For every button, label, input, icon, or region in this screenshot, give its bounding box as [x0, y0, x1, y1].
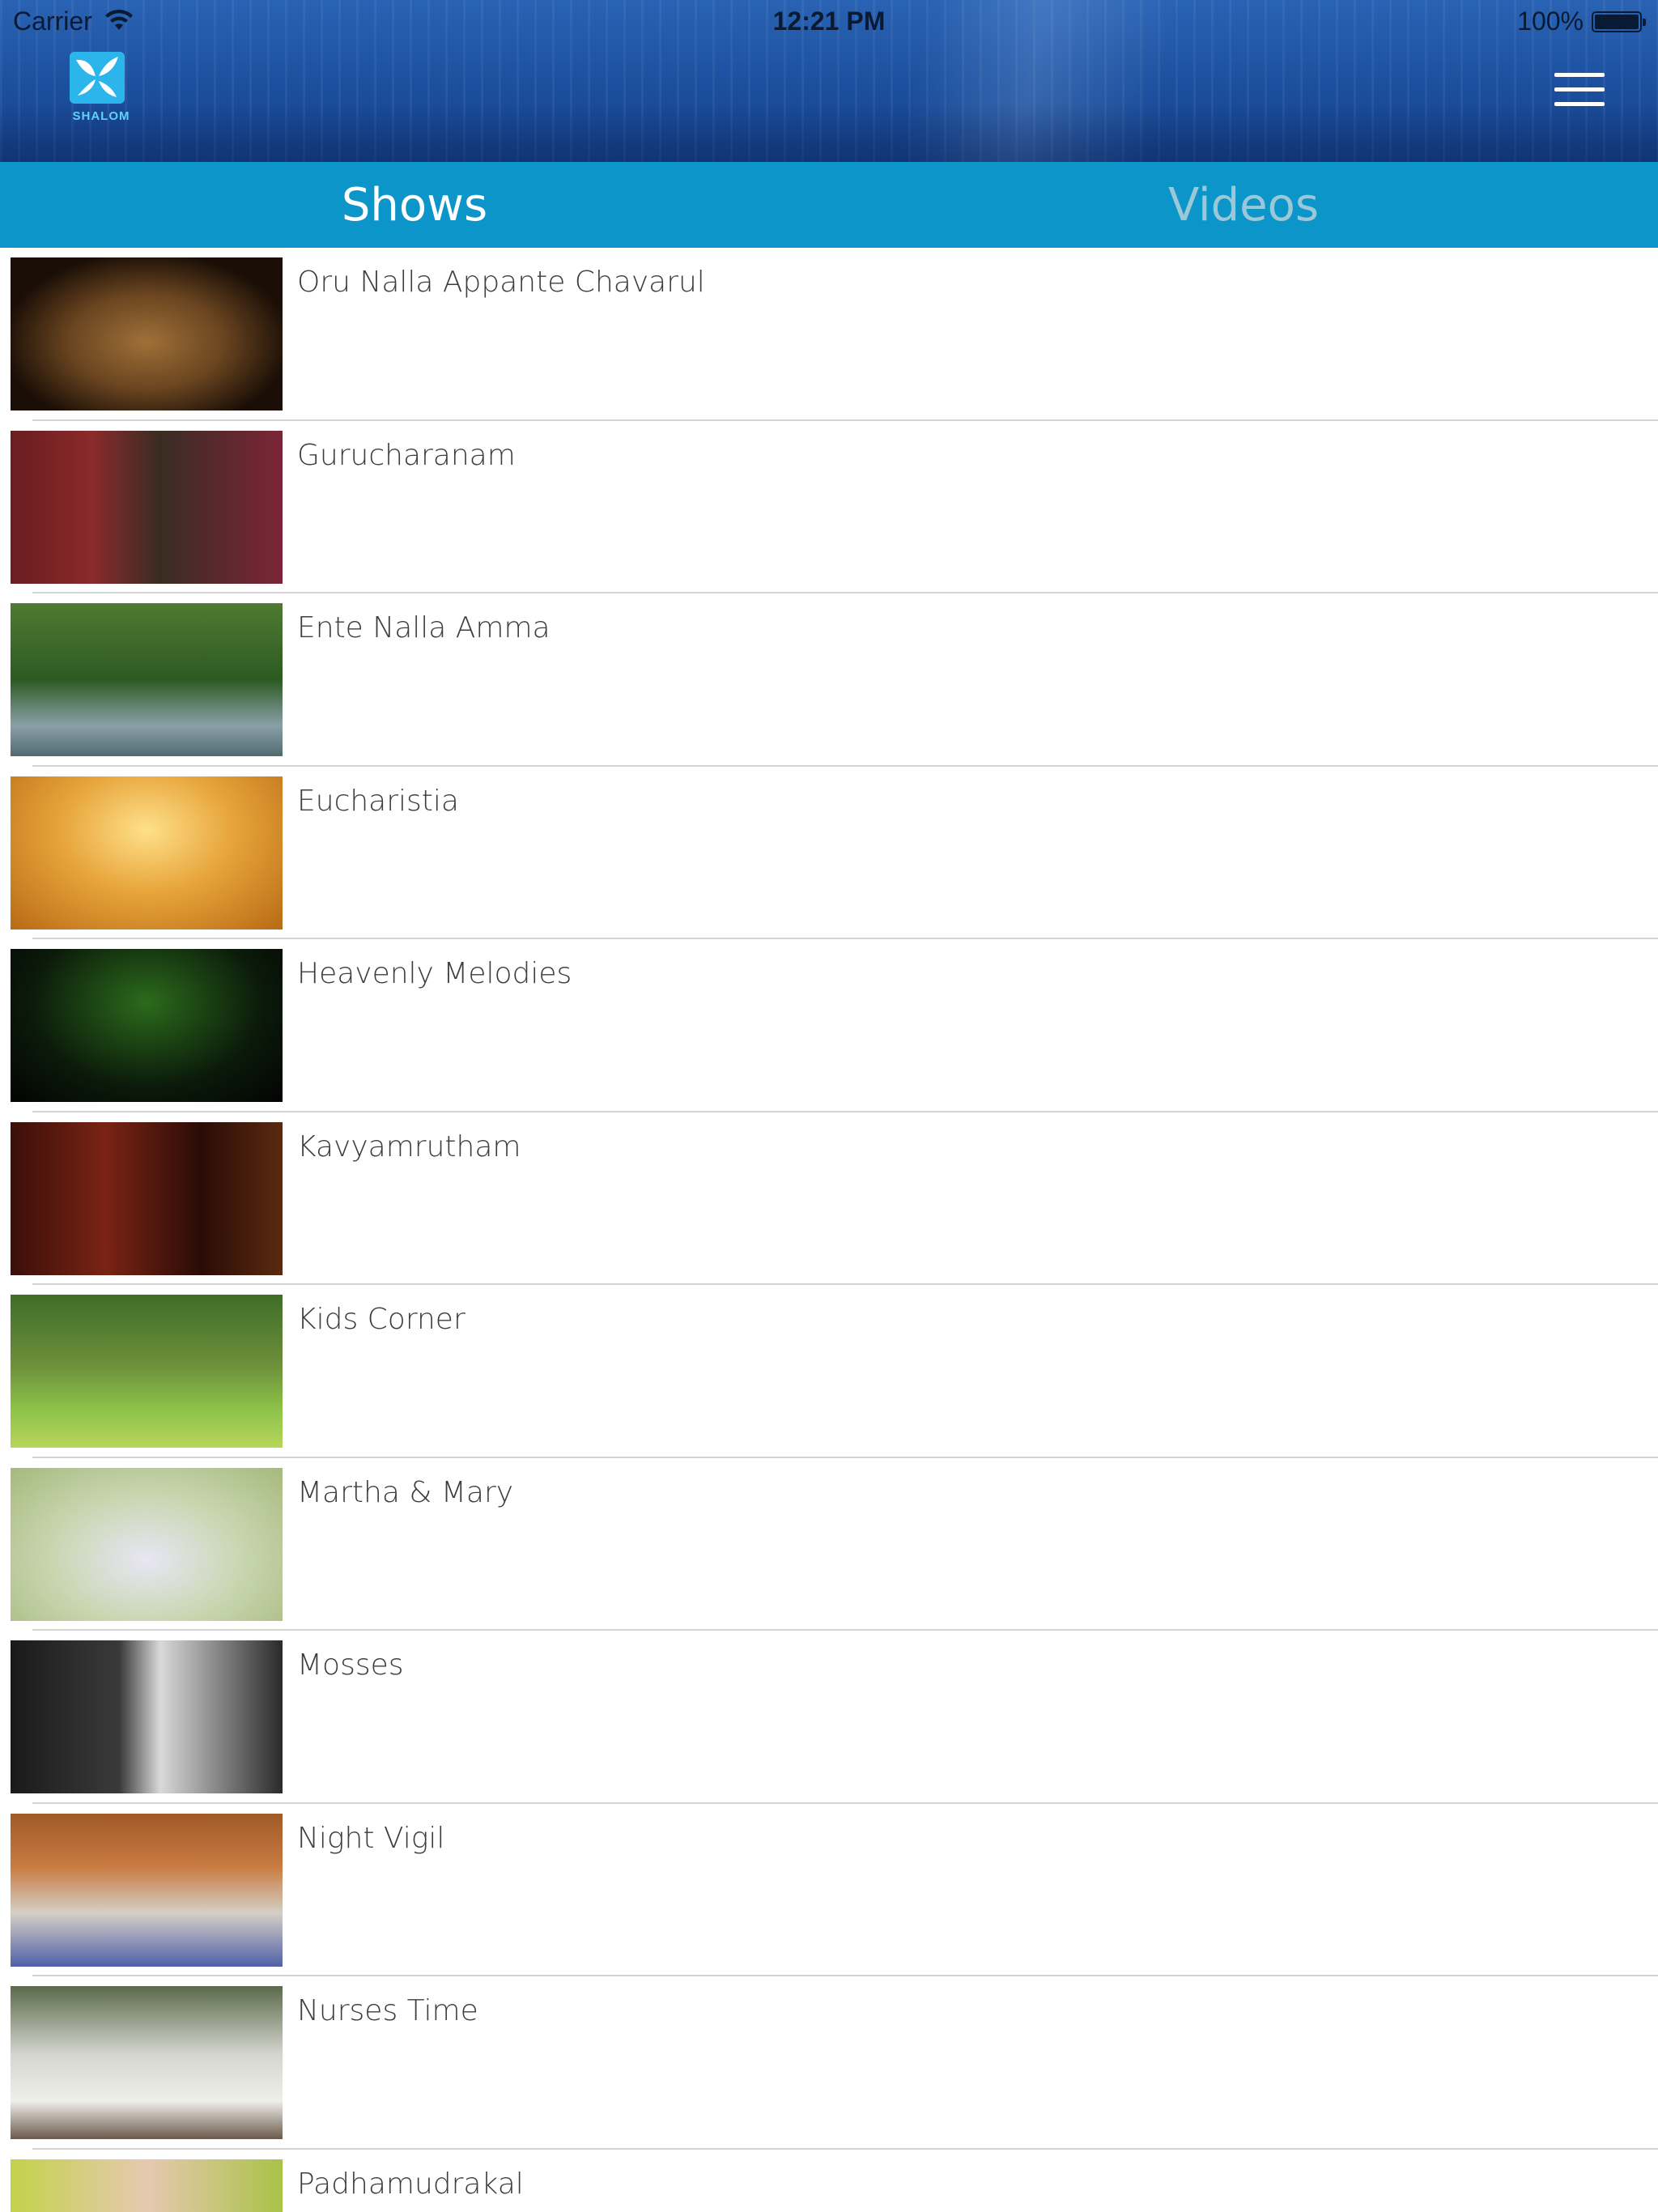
show-title: Oru Nalla Appante Chavarul: [297, 266, 705, 299]
list-item[interactable]: Kavyamrutham: [0, 1112, 1658, 1286]
show-thumbnail: [11, 1467, 283, 1621]
list-item[interactable]: Gurucharanam: [0, 421, 1658, 594]
show-thumbnail: [11, 949, 283, 1102]
segment-tab-bar: Shows Videos: [0, 162, 1658, 248]
status-time: 12:21 PM: [772, 6, 886, 36]
show-title: Nurses Time: [297, 1994, 478, 2027]
list-item[interactable]: Night Vigil: [0, 1804, 1658, 1977]
logo-text: SHALOM: [72, 109, 130, 123]
list-item[interactable]: Mosses: [0, 1631, 1658, 1804]
status-bar: Carrier 12:21 PM 100%: [0, 0, 1658, 45]
show-thumbnail: [11, 257, 283, 410]
show-title: Padhamudrakal: [297, 2167, 524, 2201]
show-title: Heavenly Melodies: [297, 957, 572, 990]
show-thumbnail: [11, 1121, 283, 1275]
show-title: Mosses: [297, 1648, 404, 1682]
list-item[interactable]: Eucharistia: [0, 767, 1658, 940]
hamburger-menu-icon[interactable]: [1554, 73, 1605, 108]
show-title: Gurucharanam: [297, 438, 516, 472]
show-title: Kids Corner: [297, 1303, 466, 1336]
show-thumbnail: [11, 430, 283, 584]
show-title: Kavyamrutham: [297, 1129, 521, 1163]
list-item[interactable]: Heavenly Melodies: [0, 939, 1658, 1112]
show-title: Ente Nalla Amma: [297, 611, 551, 644]
list-item[interactable]: Kids Corner: [0, 1285, 1658, 1458]
list-item[interactable]: Oru Nalla Appante Chavarul: [0, 248, 1658, 421]
list-item[interactable]: Ente Nalla Amma: [0, 593, 1658, 767]
list-item[interactable]: Martha & Mary: [0, 1458, 1658, 1631]
battery-percentage: 100%: [1517, 6, 1584, 36]
show-title: Eucharistia: [297, 784, 459, 818]
app-header: Carrier 12:21 PM 100% SHALOM: [0, 0, 1658, 162]
show-thumbnail: [11, 1295, 283, 1448]
show-title: Night Vigil: [297, 1821, 445, 1855]
show-thumbnail: [11, 776, 283, 929]
battery-icon: [1592, 11, 1646, 32]
shalom-logo[interactable]: SHALOM: [68, 50, 134, 125]
list-item[interactable]: Padhamudrakal: [0, 2150, 1658, 2212]
show-thumbnail: [11, 2159, 283, 2212]
show-title: Martha & Mary: [297, 1475, 514, 1509]
dove-logo-icon: [70, 52, 125, 104]
show-thumbnail: [11, 1813, 283, 1967]
tab-shows[interactable]: Shows: [0, 162, 829, 248]
tab-videos[interactable]: Videos: [829, 162, 1658, 248]
shows-list: Oru Nalla Appante Chavarul Gurucharanam …: [0, 248, 1658, 2212]
show-thumbnail: [11, 1986, 283, 2139]
show-thumbnail: [11, 603, 283, 756]
show-thumbnail: [11, 1640, 283, 1793]
list-item[interactable]: Nurses Time: [0, 1976, 1658, 2150]
